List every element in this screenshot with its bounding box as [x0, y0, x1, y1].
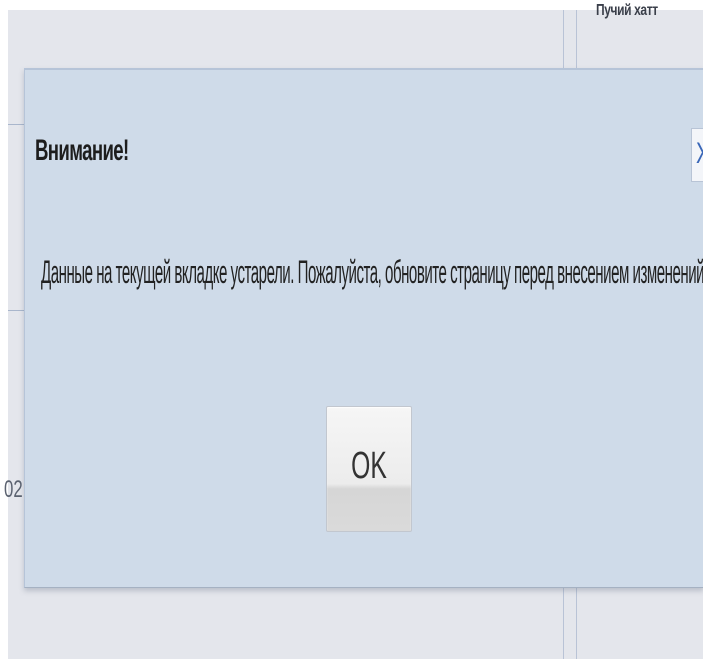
app-window: Пучий хатт 02 Внимание! X Данные на теку… — [0, 0, 703, 659]
ok-button-label: OK — [351, 445, 387, 487]
dialog-title: Внимание! — [35, 134, 129, 167]
dialog-message: Данные на текущей вкладке устарели. Пожа… — [41, 254, 703, 290]
alert-dialog: Внимание! X Данные на текущей вкладке ус… — [24, 68, 703, 588]
background-row-divider — [8, 310, 24, 311]
ok-button[interactable]: OK — [326, 406, 412, 532]
background-row-divider — [8, 124, 24, 125]
background-side-number: 02 — [4, 476, 23, 503]
background-header-text: Пучий хатт — [596, 2, 658, 19]
close-icon: X — [696, 129, 703, 179]
close-button[interactable]: X — [691, 128, 703, 182]
